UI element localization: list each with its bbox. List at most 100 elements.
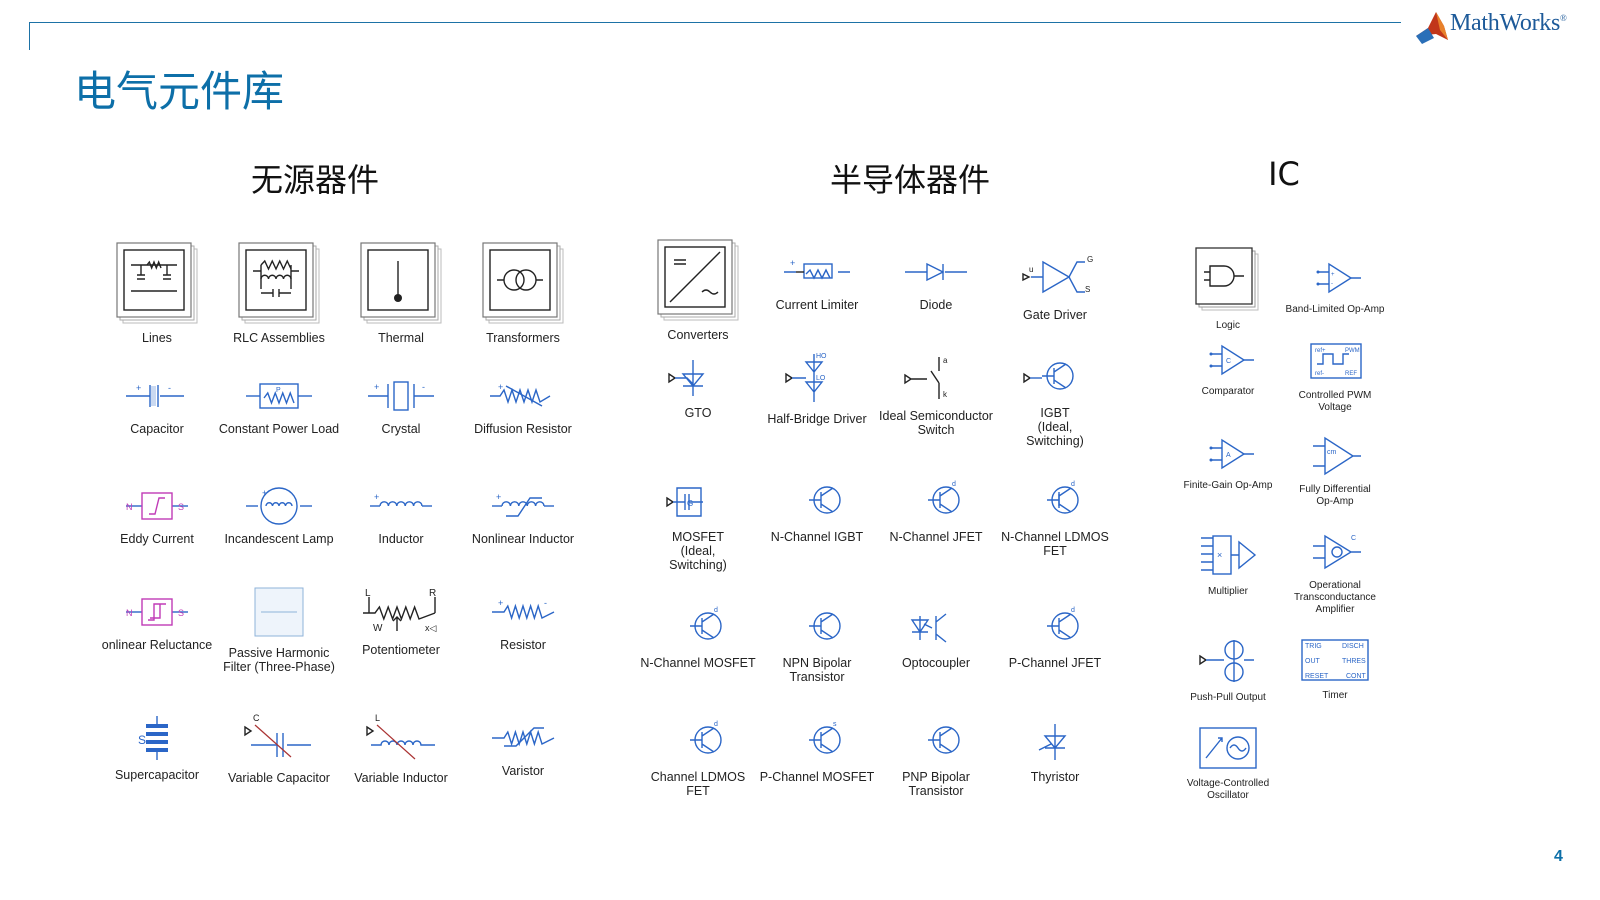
svg-text:OUT: OUT [1305,658,1321,665]
component-item[interactable]: cm Fully Differential Op-Amp [1276,434,1394,508]
diffusion-resistor-icon: + [490,382,551,407]
svg-text:CONT: CONT [1346,673,1367,680]
npn-transistor-icon [809,612,841,640]
component-item[interactable]: A Finite-Gain Op-Amp [1169,434,1287,492]
component-item[interactable]: PNP Bipolar Transistor [877,720,995,798]
svg-text:N: N [126,502,133,512]
component-item[interactable]: HO LO Half-Bridge Driver [758,350,876,426]
component-item[interactable]: G MOSFET (Ideal, Switching) [639,480,757,572]
p-channel-ldmos-icon: d [690,721,722,754]
component-item[interactable]: C Variable Capacitor [215,711,343,785]
component-item[interactable]: a k Ideal Semiconductor Switch [877,353,995,437]
component-label: Current Limiter [775,298,859,312]
component-label: Diffusion Resistor [474,422,572,436]
p-channel-mosfet-icon: s [809,721,841,754]
inductor-icon: + [370,492,432,507]
multiplier-icon: × [1201,535,1257,575]
component-item[interactable]: + - Band-Limited Op-Amp [1276,258,1394,316]
component-label: P-Channel JFET [1008,656,1102,670]
component-item[interactable]: C Comparator [1169,340,1287,398]
lines-library-icon [116,242,198,324]
component-item[interactable]: Converters [639,239,757,342]
component-item[interactable]: L R Wx◁ Potentiometer [337,587,465,657]
svg-text:C: C [1226,358,1231,365]
component-item[interactable]: + Inductor [337,486,465,546]
component-item[interactable]: NPN Bipolar Transistor [758,606,876,684]
pnp-transistor-icon [928,726,960,754]
component-item[interactable]: C Operational Transconductance Amplifier [1276,530,1394,616]
component-item[interactable]: L Variable Inductor [337,711,465,785]
timer-icon: TRIG DISCH OUT THRES RESET CONT [1301,639,1369,681]
component-item[interactable]: Lines [93,242,221,345]
component-item[interactable]: d P-Channel JFET [996,606,1114,670]
component-label: Thermal [378,331,424,345]
component-item[interactable]: S Supercapacitor [93,714,221,782]
potentiometer-icon: L R W x◁ [363,588,437,634]
component-item[interactable]: Optocoupler [877,606,995,670]
mosfet-icon: G [666,487,703,517]
component-item[interactable]: Logic [1169,247,1287,332]
svg-text:+: + [374,492,379,502]
component-item[interactable]: N S Eddy Current [93,486,221,546]
component-item[interactable]: × Multiplier [1169,530,1287,598]
component-item[interactable]: + - Capacitor [93,376,221,436]
component-item[interactable]: N Sonlinear Reluctance [93,592,221,652]
component-item[interactable]: + Nonlinear Inductor [459,486,587,546]
svg-text:k: k [943,390,948,399]
component-label: Band-Limited Op-Amp [1285,304,1385,315]
component-label: N-Channel MOSFET [640,656,756,670]
component-item[interactable]: G Su Gate Driver [996,252,1114,322]
svg-text:d: d [714,607,718,614]
svg-text:+: + [498,382,503,392]
component-item[interactable]: RLC Assemblies [215,242,343,345]
component-label: Resistor [500,638,546,652]
half-bridge-driver-icon: HO LO [785,353,827,402]
component-item[interactable]: GTO [639,356,757,420]
component-item[interactable]: + - Resistor [459,592,587,652]
component-item[interactable]: P Constant Power Load [215,376,343,436]
svg-text:+: + [374,382,379,392]
component-item[interactable]: Push-Pull Output [1169,636,1287,704]
svg-text:C: C [1351,535,1356,542]
component-label: Operational Transconductance Amplifier [1294,580,1376,615]
component-item[interactable]: ref+ PWM ref- REF Controlled PWM Voltage [1276,340,1394,414]
component-item[interactable]: + - Crystal [337,376,465,436]
component-item[interactable]: d N-Channel LDMOS FET [996,480,1114,558]
svg-text:s: s [833,721,837,728]
component-label: Crystal [381,422,421,436]
svg-text:PWM: PWM [1345,348,1360,354]
component-item[interactable]: Thermal [337,242,465,345]
svg-text:C: C [253,713,260,723]
component-label: Optocoupler [901,656,971,670]
svg-text:THRES: THRES [1342,658,1366,665]
component-label: Variable Capacitor [228,771,330,785]
component-item[interactable]: + Diffusion Resistor [459,376,587,436]
component-item[interactable]: Varistor [459,718,587,778]
component-item[interactable]: N-Channel IGBT [758,480,876,544]
component-item[interactable]: Diode [877,252,995,312]
component-item[interactable]: Transformers [459,242,587,345]
component-label: Eddy Current [120,532,194,546]
component-item[interactable]: Voltage-Controlled Oscillator [1169,724,1287,802]
component-item[interactable]: IGBT (Ideal, Switching) [996,356,1114,448]
svg-text:G: G [1087,255,1093,264]
component-label: PNP Bipolar Transistor [902,770,970,798]
component-item[interactable]: Passive Harmonic Filter (Three-Phase) [215,584,343,674]
varistor-icon [492,727,555,747]
component-item[interactable]: d N-Channel MOSFET [639,606,757,670]
component-item[interactable]: + Incandescent Lamp [215,486,343,546]
component-item[interactable]: s P-Channel MOSFET [758,720,876,784]
component-item[interactable]: TRIG DISCH OUT THRES RESET CONT Timer [1276,636,1394,702]
svg-text:REF: REF [1345,371,1357,377]
svg-text:P: P [276,387,281,394]
svg-text:RESET: RESET [1305,673,1329,680]
component-item[interactable]: d Channel LDMOS FET [639,720,757,798]
component-item[interactable]: + Current Limiter [758,252,876,312]
component-label: P-Channel MOSFET [759,770,875,784]
svg-text:u: u [1029,265,1033,274]
component-item[interactable]: Thyristor [996,720,1114,784]
comparator-icon: C [1209,344,1254,376]
component-item[interactable]: d N-Channel JFET [877,480,995,544]
variable-capacitor-icon: C [244,713,311,758]
transformers-library-icon [482,242,564,324]
